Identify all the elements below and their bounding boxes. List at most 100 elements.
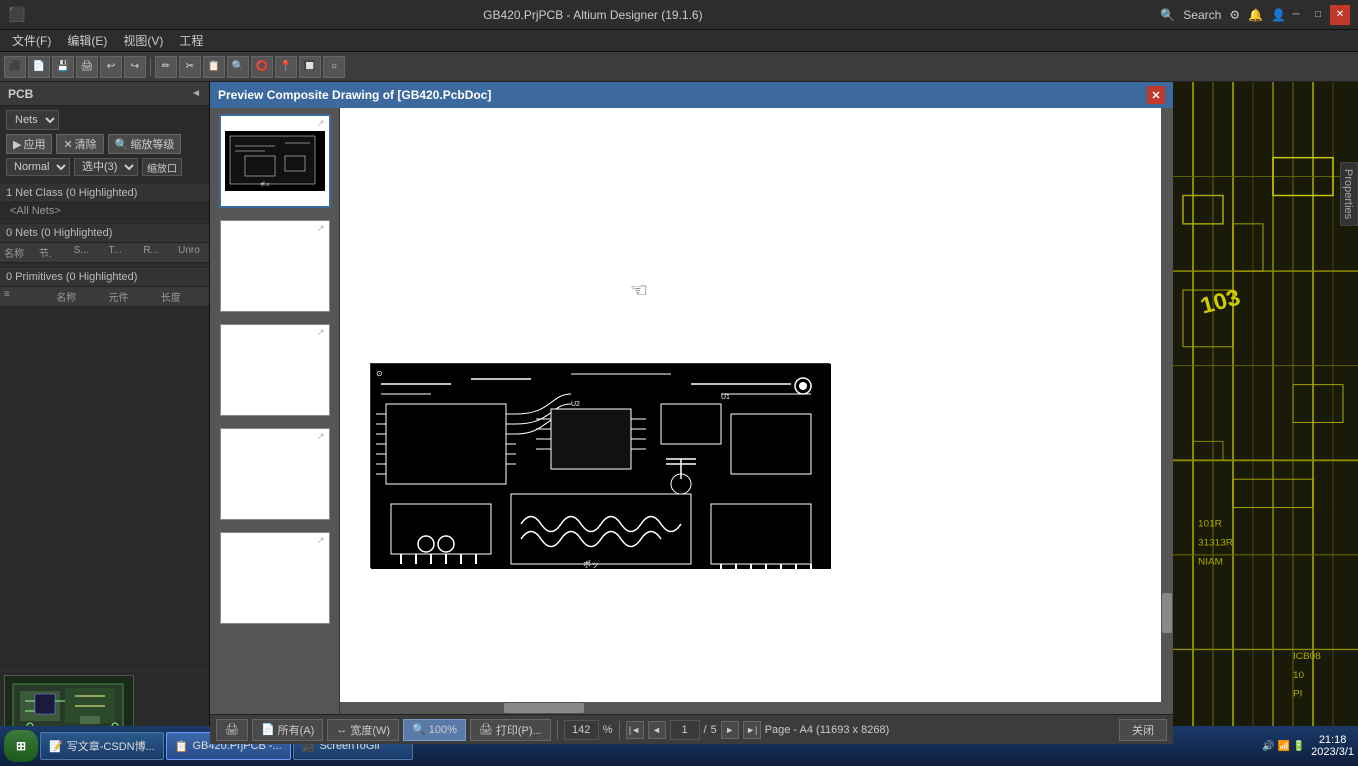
minimize-button[interactable]: ─: [1286, 5, 1306, 25]
thumbnail-page-5[interactable]: ↗: [220, 532, 330, 624]
hand-cursor: ☜: [630, 278, 648, 303]
thumb-1-pagenum: ↗: [317, 118, 325, 129]
svg-text:ICB08: ICB08: [1293, 651, 1321, 662]
col-name: 名称: [0, 245, 35, 260]
primitives-column-headers: ≡ 名称 元件 长度: [0, 287, 209, 307]
print-button[interactable]: 🖨 打印(P)...: [470, 719, 551, 741]
toolbar-btn-7[interactable]: ✏: [155, 56, 177, 78]
far-right-pcb-panel: 103 101R 31313R NIAM ICB08 10 PI: [1173, 82, 1358, 744]
nets-dropdown-row: Nets: [6, 110, 203, 130]
toolbar-btn-9[interactable]: 📋: [203, 56, 225, 78]
taskbar-item-0-icon: 📝: [49, 740, 63, 753]
toolbar-btn-4[interactable]: 🖨: [76, 56, 98, 78]
panel-title: PCB: [8, 87, 33, 101]
title-bar-controls[interactable]: ─ □ ✕: [1286, 5, 1350, 25]
close-dialog-button[interactable]: 关闭: [1119, 719, 1167, 741]
preview-page-area: ☜: [340, 108, 1161, 702]
windows-icon: ⊞: [16, 739, 26, 753]
last-page-button[interactable]: ►|: [743, 721, 761, 739]
toolbar-btn-11[interactable]: ⭕: [251, 56, 273, 78]
clear-button[interactable]: ✕ 清除: [56, 134, 103, 154]
zoom-button[interactable]: 🔍 缩放等级: [108, 134, 182, 154]
start-button[interactable]: ⊞: [4, 730, 38, 762]
scrollbar-thumb[interactable]: [1162, 593, 1172, 633]
toolbar-btn-13[interactable]: 🔲: [299, 56, 321, 78]
thumb-3-bg: [221, 325, 329, 415]
panel-pin-button[interactable]: ◄: [191, 88, 201, 99]
dialog-title: Preview Composite Drawing of [GB420.PcbD…: [218, 88, 491, 102]
primitives-header: 0 Primitives (0 Highlighted): [0, 268, 209, 287]
dialog-close-button[interactable]: ✕: [1147, 86, 1165, 104]
preview-dialog: Preview Composite Drawing of [GB420.PcbD…: [210, 82, 1173, 744]
prim-col-eq: ≡: [0, 289, 52, 304]
col-r: R...: [139, 245, 174, 260]
thumbnail-page-1[interactable]: ポッ ↗: [219, 114, 331, 208]
toolbar-btn-10[interactable]: 🔍: [227, 56, 249, 78]
next-page-button[interactable]: ►: [721, 721, 739, 739]
toolbar-btn-14[interactable]: ○: [323, 56, 345, 78]
menu-edit[interactable]: 编辑(E): [59, 30, 115, 51]
bottom-sep-2: [619, 721, 620, 739]
all-pages-button[interactable]: 📄 所有(A): [252, 719, 323, 741]
col-t: T...: [104, 245, 139, 260]
width-button[interactable]: ↔ 宽度(W): [327, 719, 399, 741]
page-input[interactable]: [670, 720, 700, 740]
nets-column-headers: 名称 节. S... T... R... Unro: [0, 243, 209, 263]
toolbar-btn-1[interactable]: ⬛: [4, 56, 26, 78]
thumb-5-pagenum: ↗: [317, 535, 325, 546]
thumb-1-svg: ポッ: [225, 131, 325, 191]
normal-dropdown[interactable]: Normal: [6, 158, 70, 176]
horizontal-scrollbar[interactable]: [340, 702, 1161, 714]
app-icon: ⬛: [8, 6, 25, 23]
maximize-button[interactable]: □: [1308, 5, 1328, 25]
zoom-input[interactable]: [564, 720, 599, 740]
zoom-unit: %: [603, 724, 613, 736]
taskbar-item-0[interactable]: 📝 写文章-CSDN博...: [40, 732, 164, 760]
h-scrollbar-thumb[interactable]: [504, 703, 584, 713]
print-icon-button[interactable]: 🖨: [216, 719, 248, 741]
page-separator: /: [704, 724, 707, 736]
center-area: 103 101R 31313R NIAM ICB08 10 PI Propert…: [210, 82, 1358, 744]
zoom-filter-button[interactable]: 缩放口: [142, 158, 182, 176]
taskbar-item-1-icon: 📋: [175, 740, 189, 753]
toolbar-btn-3[interactable]: 💾: [52, 56, 74, 78]
main-preview-area: ☜: [340, 108, 1173, 714]
toolbar-btn-8[interactable]: ✂: [179, 56, 201, 78]
prim-col-component: 元件: [105, 289, 157, 304]
filter-row: Normal 选中(3) 缩放口: [6, 158, 203, 176]
properties-tab[interactable]: Properties: [1340, 162, 1358, 226]
thumbnail-page-4[interactable]: ↗: [220, 428, 330, 520]
menu-project[interactable]: 工程: [171, 30, 211, 51]
toolbar-btn-5[interactable]: ↩: [100, 56, 122, 78]
all-nets-item[interactable]: <All Nets>: [0, 203, 209, 219]
toolbar: ⬛ 📄 💾 🖨 ↩ ↪ ✏ ✂ 📋 🔍 ⭕ 📍 🔲 ○: [0, 52, 1358, 82]
action-buttons-row: ▶ 应用 ✕ 清除 🔍 缩放等级: [6, 134, 203, 154]
section-divider-2: [0, 265, 209, 266]
first-page-button[interactable]: |◄: [626, 721, 644, 739]
toolbar-btn-6[interactable]: ↪: [124, 56, 146, 78]
nets-dropdown[interactable]: Nets: [6, 110, 59, 130]
prev-page-button[interactable]: ◄: [648, 721, 666, 739]
title-bar: ⬛ GB420.PrjPCB - Altium Designer (19.1.6…: [0, 0, 1358, 30]
menu-file[interactable]: 文件(F): [4, 30, 59, 51]
zoom-icon: 🔍: [115, 138, 129, 151]
toolbar-btn-2[interactable]: 📄: [28, 56, 50, 78]
all-pages-icon: 📄: [261, 723, 275, 736]
menu-view[interactable]: 视图(V): [115, 30, 171, 51]
dialog-main-area: ポッ ↗ ↗: [210, 108, 1173, 714]
settings-icon: ⚙: [1229, 8, 1240, 22]
toolbar-btn-12[interactable]: 📍: [275, 56, 297, 78]
thumb-1-pcb: ポッ: [225, 131, 325, 191]
title-bar-title: GB420.PrjPCB - Altium Designer (19.1.6): [25, 8, 1160, 22]
thumbnail-page-2[interactable]: ↗: [220, 220, 330, 312]
close-button[interactable]: ✕: [1330, 5, 1350, 25]
zoom-100-button[interactable]: 🔍 100%: [403, 719, 466, 741]
svg-text:31313R: 31313R: [1198, 538, 1233, 549]
svg-text:10: 10: [1293, 670, 1305, 681]
select-dropdown[interactable]: 选中(3): [74, 158, 138, 176]
far-right-pcb-svg: 103 101R 31313R NIAM ICB08 10 PI: [1173, 82, 1358, 744]
net-class-header: 1 Net Class (0 Highlighted): [0, 184, 209, 203]
thumbnail-page-3[interactable]: ↗: [220, 324, 330, 416]
apply-button[interactable]: ▶ 应用: [6, 134, 52, 154]
vertical-scrollbar[interactable]: [1161, 108, 1173, 714]
